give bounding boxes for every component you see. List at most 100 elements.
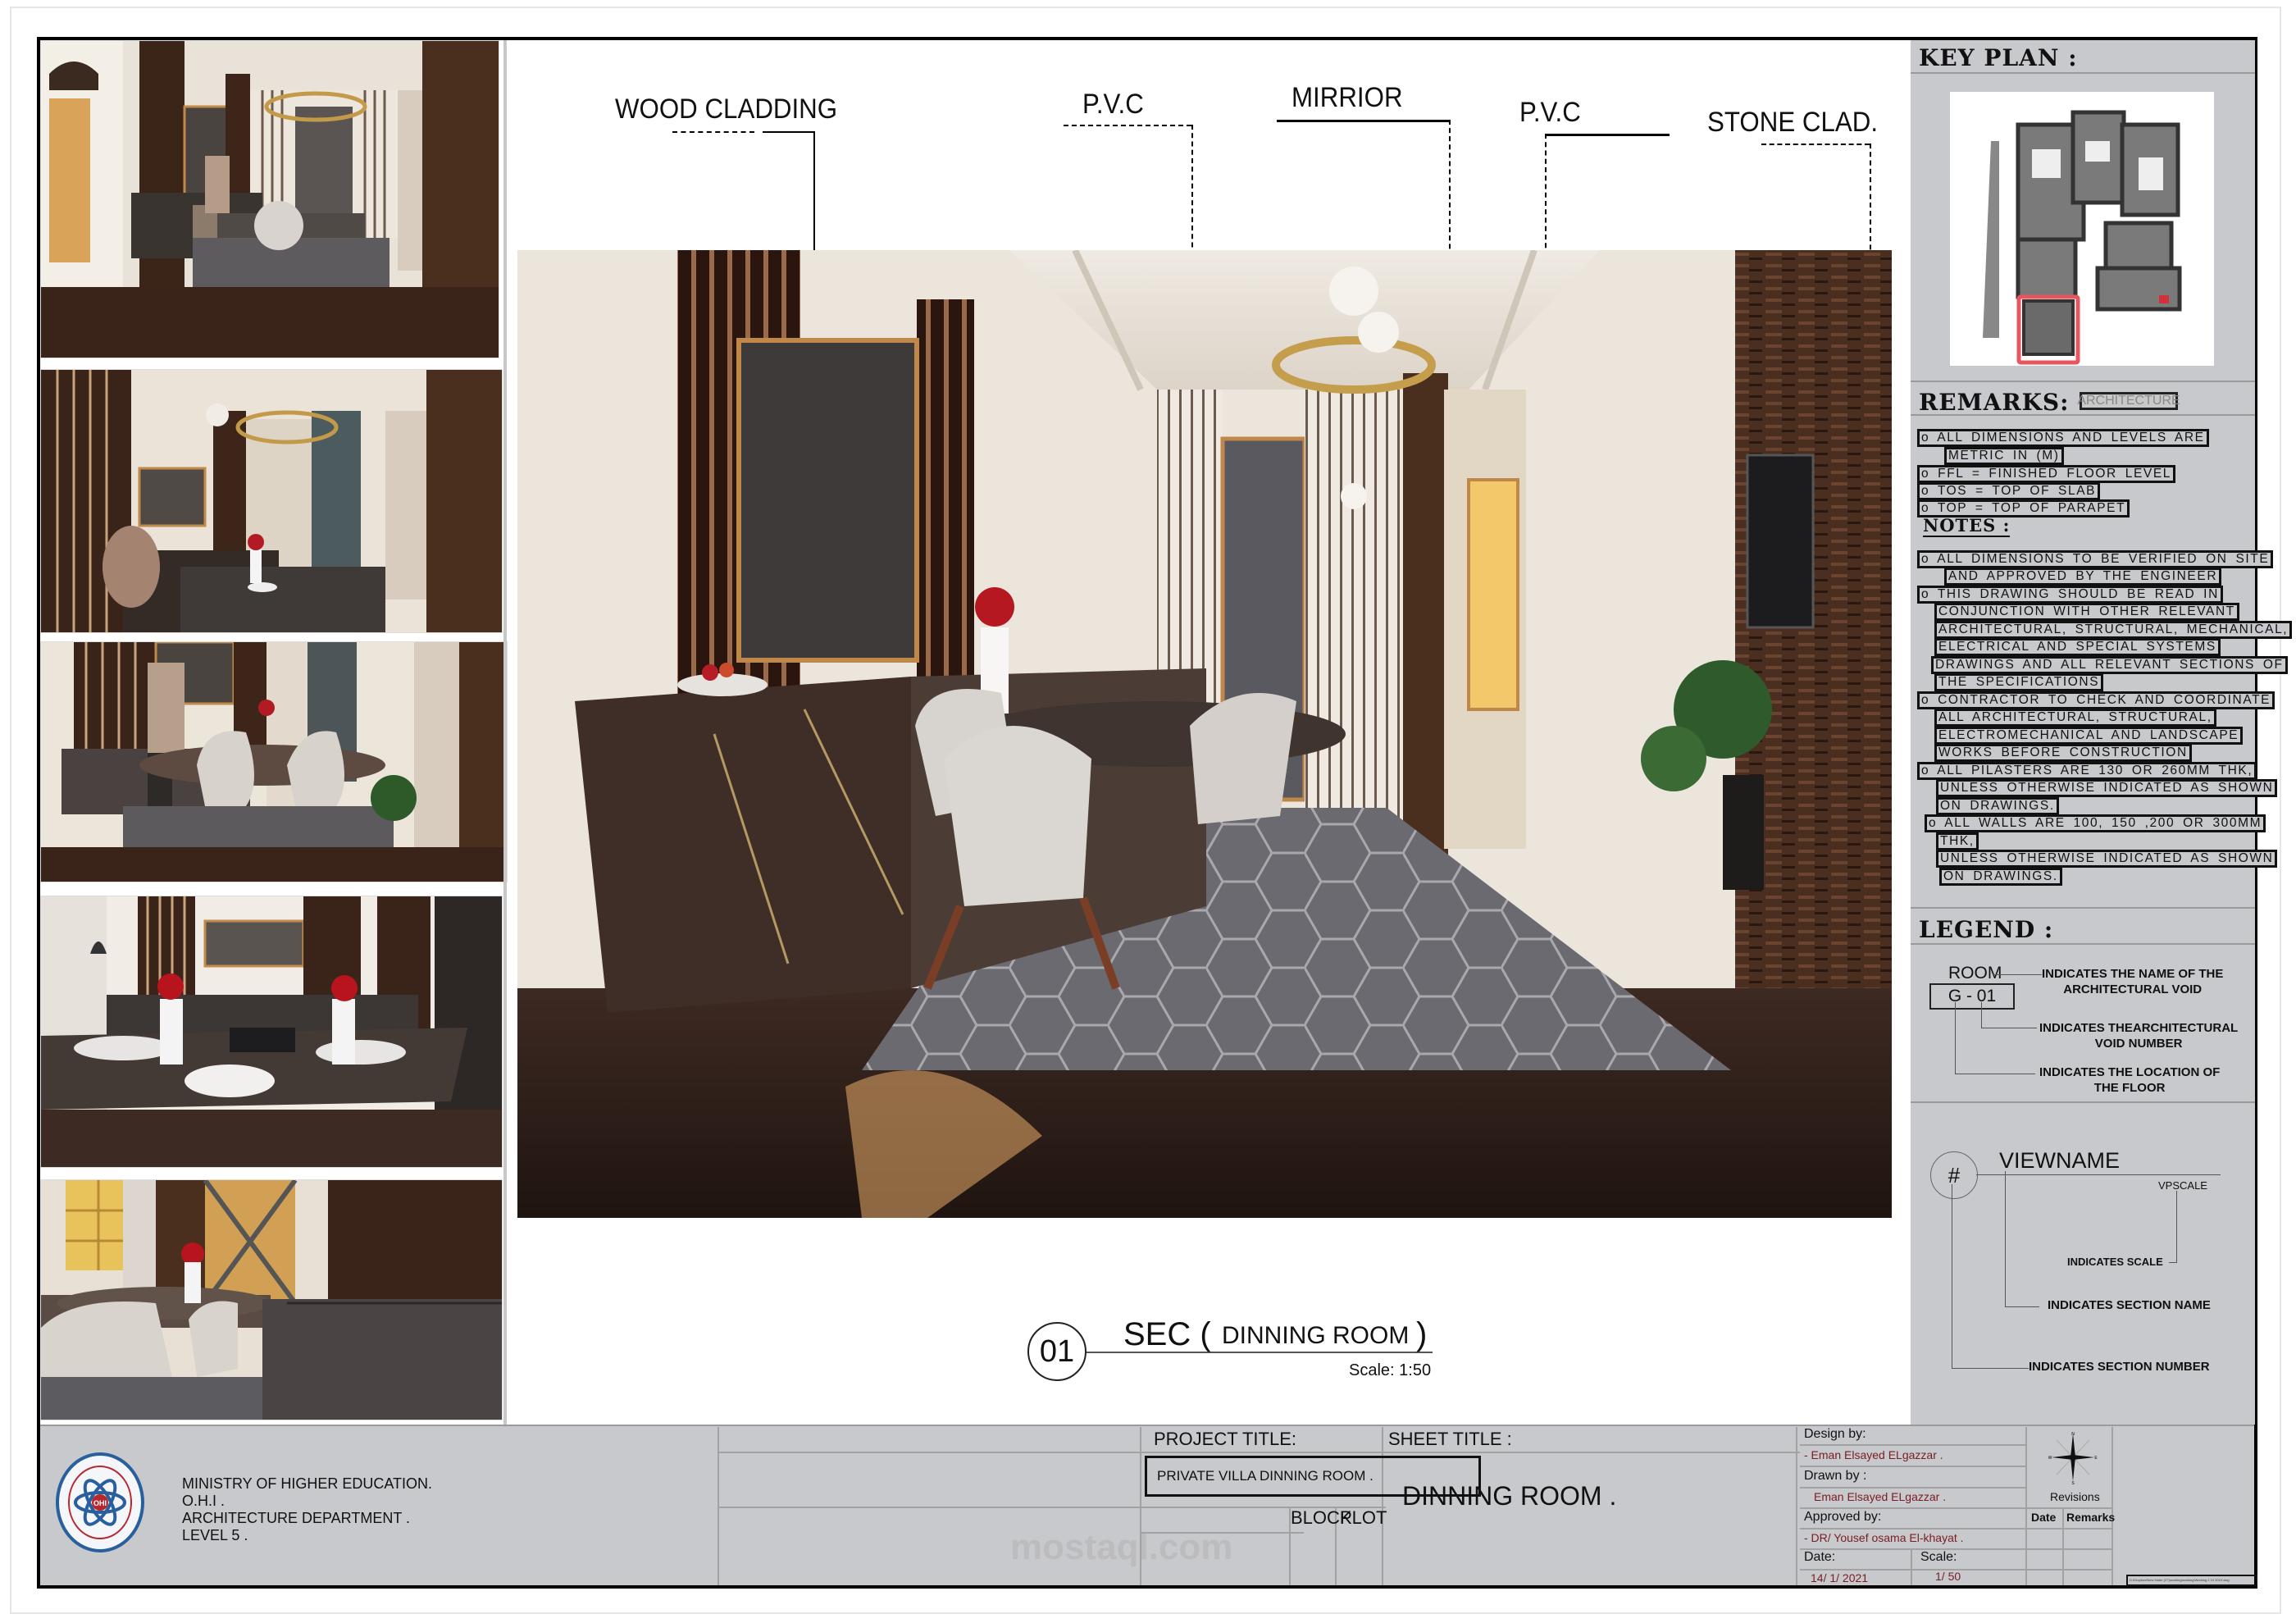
- title-block-divider: [1800, 1507, 2112, 1509]
- compass-w: W: [2048, 1456, 2052, 1461]
- drawn-by-label: Drawn by :: [1804, 1469, 1867, 1483]
- legend-desc-name: INDICATES THE NAME OF THE ARCHITECTURAL …: [2042, 966, 2223, 997]
- thumbnail-render-4: [40, 896, 503, 1168]
- note-item: o ALL DIMENSIONS TO BE VERIFIED ON SITE: [1917, 550, 2274, 568]
- indicates-section-name-label: INDICATES SECTION NAME: [2048, 1298, 2211, 1312]
- callout-leader-pvc-left: [1064, 125, 1191, 126]
- title-block-divider: [1911, 1548, 1912, 1585]
- title-block-divider: [718, 1452, 1800, 1453]
- project-title-label: PROJECT TITLE:: [1154, 1429, 1297, 1449]
- callout-mirror: MIRRIOR: [1292, 82, 1403, 113]
- thumbnail-render-5: [40, 1179, 503, 1420]
- callout-stone-cladding: STONE CLAD.: [1707, 107, 1879, 138]
- section-scale: Scale: 1:50: [1349, 1361, 1432, 1379]
- thumbnail-render-3: [40, 641, 508, 882]
- north-arrow-compass: N S E W: [2048, 1430, 2098, 1486]
- remarks-divider: [1911, 381, 2255, 382]
- legend-desc-number-text: INDICATES THEARCHITECTURAL VOID NUMBER: [2039, 1021, 2239, 1051]
- callout-wood-cladding: WOOD CLADDING: [615, 93, 838, 125]
- section-suffix: ): [1416, 1316, 1428, 1352]
- note-item: THE SPECIFICATIONS: [1934, 673, 2104, 691]
- callout-leader-mirror: [1277, 120, 1451, 122]
- key-plan-title: KEY PLAN :: [1919, 44, 2078, 71]
- note-item: THK,: [1936, 832, 1979, 850]
- note-item: WORKS BEFORE CONSTRUCTION: [1934, 744, 2192, 762]
- left-column-divider: [503, 40, 507, 1426]
- remarks-body-divider: [1911, 414, 2255, 416]
- remark-item: o FFL = FINISHED FLOOR LEVEL: [1917, 465, 2175, 483]
- sheet-title-value: DINNING ROOM .: [1402, 1481, 1617, 1511]
- callout-pvc-right: P.V.C: [1519, 97, 1581, 128]
- callout-leader-stone-cladding-v: [1870, 144, 1871, 267]
- legend-room-label: ROOM: [1948, 964, 2002, 982]
- section-name: DINNING ROOM: [1222, 1322, 1410, 1349]
- legend-room-code: G - 01: [1929, 983, 2015, 1010]
- note-item: o ALL PILASTERS ARE 130 OR 260MM THK,: [1917, 762, 2257, 780]
- note-item: ALL ARCHITECTURAL, STRUCTURAL,: [1934, 709, 2216, 727]
- approved-by-label: Approved by:: [1804, 1510, 1882, 1524]
- approved-by-value: - DR/ Yousef osama El-khayat .: [1804, 1531, 1964, 1544]
- title-block-divider: [2112, 1427, 2113, 1585]
- legend-leader: [1981, 1002, 1982, 1028]
- thumbnail-render-2: [40, 369, 503, 633]
- compass-s: S: [2071, 1481, 2075, 1484]
- note-item: UNLESS OTHERWISE INDICATED AS SHOWN: [1936, 850, 2278, 868]
- date-label: Date:: [1804, 1550, 1836, 1564]
- indicates-section-number-label: INDICATES SECTION NUMBER: [2029, 1360, 2210, 1374]
- institution-info: MINISTRY OF HIGHER EDUCATION. O.H.I . AR…: [182, 1475, 432, 1544]
- main-section-render: [517, 250, 1892, 1218]
- callout-leader-pvc-left-v: [1191, 125, 1193, 264]
- legend-leader: [1993, 974, 2042, 975]
- scale-value: 1/ 50: [1935, 1570, 1961, 1583]
- institution-line: ARCHITECTURE DEPARTMENT .: [182, 1510, 411, 1526]
- note-item: o THIS DRAWING SHOULD BE READ IN: [1917, 586, 2223, 604]
- callout-leader-wood-cladding: [672, 131, 754, 133]
- compass-n: N: [2071, 1432, 2075, 1437]
- revisions-date-label: Date: [2031, 1511, 2057, 1524]
- view-legend-line: [1976, 1174, 2221, 1175]
- legend-desc-floor: INDICATES THE LOCATION OF THE FLOOR: [2039, 1065, 2220, 1096]
- key-plan-image: [1950, 92, 2214, 366]
- callout-leader-wood-cladding-h: [763, 131, 813, 133]
- view-legend-leader: [2005, 1306, 2039, 1307]
- compass-e: E: [2094, 1456, 2098, 1461]
- section-number: 01: [1039, 1334, 1075, 1369]
- remark-item: o TOS = TOP OF SLAB: [1917, 482, 2101, 500]
- legend-leader: [1955, 1002, 1956, 1074]
- note-item: o CONTRACTOR TO CHECK AND COORDINATE: [1917, 691, 2276, 709]
- legend-bottom-divider: [1911, 1101, 2255, 1103]
- title-block-divider: [1796, 1427, 1797, 1585]
- institution-line: MINISTRY OF HIGHER EDUCATION.: [182, 1475, 433, 1492]
- architecture-tag: ARCHITECTURE: [2077, 392, 2180, 410]
- remarks-title: REMARKS:: [1919, 389, 2070, 416]
- legend-desc-floor-text: INDICATES THE LOCATION OF THE FLOOR: [2039, 1065, 2221, 1095]
- legend-title: LEGEND :: [1919, 916, 2054, 943]
- title-block-divider: [1140, 1507, 1386, 1508]
- callout-pvc-left: P.V.C: [1082, 89, 1144, 120]
- note-item: ARCHITECTURAL, STRUCTURAL, MECHANICAL,: [1934, 621, 2293, 639]
- view-legend-leader: [2169, 1262, 2177, 1263]
- note-item: ON DRAWINGS.: [1939, 868, 2062, 886]
- remark-item: o ALL DIMENSIONS AND LEVELS ARE: [1917, 429, 2209, 447]
- title-block-divider: [2025, 1427, 2027, 1585]
- notes-title: NOTES :: [1923, 515, 2011, 537]
- legend-title-divider: [1911, 943, 2255, 945]
- callout-leader-stone-cladding: [1761, 144, 1870, 145]
- callout-leader-wood-cladding-v: [813, 131, 815, 253]
- view-legend-leader: [2005, 1171, 2006, 1307]
- view-legend-leader: [2176, 1191, 2177, 1263]
- legend-desc-number: INDICATES THEARCHITECTURAL VOID NUMBER: [2039, 1020, 2238, 1051]
- file-path-stamp: D:\Dropbox\New folder (27)\working\worki…: [2126, 1575, 2257, 1586]
- note-item: ON DRAWINGS.: [1936, 797, 2059, 815]
- design-by-value: - Eman Elsayed ELgazzar .: [1804, 1448, 1943, 1461]
- note-item: o ALL WALLS ARE 100, 150 ,200 OR 300MM: [1925, 814, 2266, 832]
- view-symbol-circle: #: [1930, 1151, 1978, 1199]
- vpscale-label: VPSCALE: [2158, 1179, 2207, 1192]
- revisions-remarks-label: Remarks: [2066, 1511, 2116, 1524]
- title-block-divider: [1800, 1444, 2025, 1446]
- view-legend-leader: [1952, 1368, 2029, 1369]
- section-prefix: SEC (: [1123, 1316, 1211, 1352]
- revisions-label: Revisions: [2050, 1490, 2100, 1503]
- plot-label: PLOT: [1340, 1507, 1387, 1528]
- view-symbol: #: [1947, 1162, 1961, 1188]
